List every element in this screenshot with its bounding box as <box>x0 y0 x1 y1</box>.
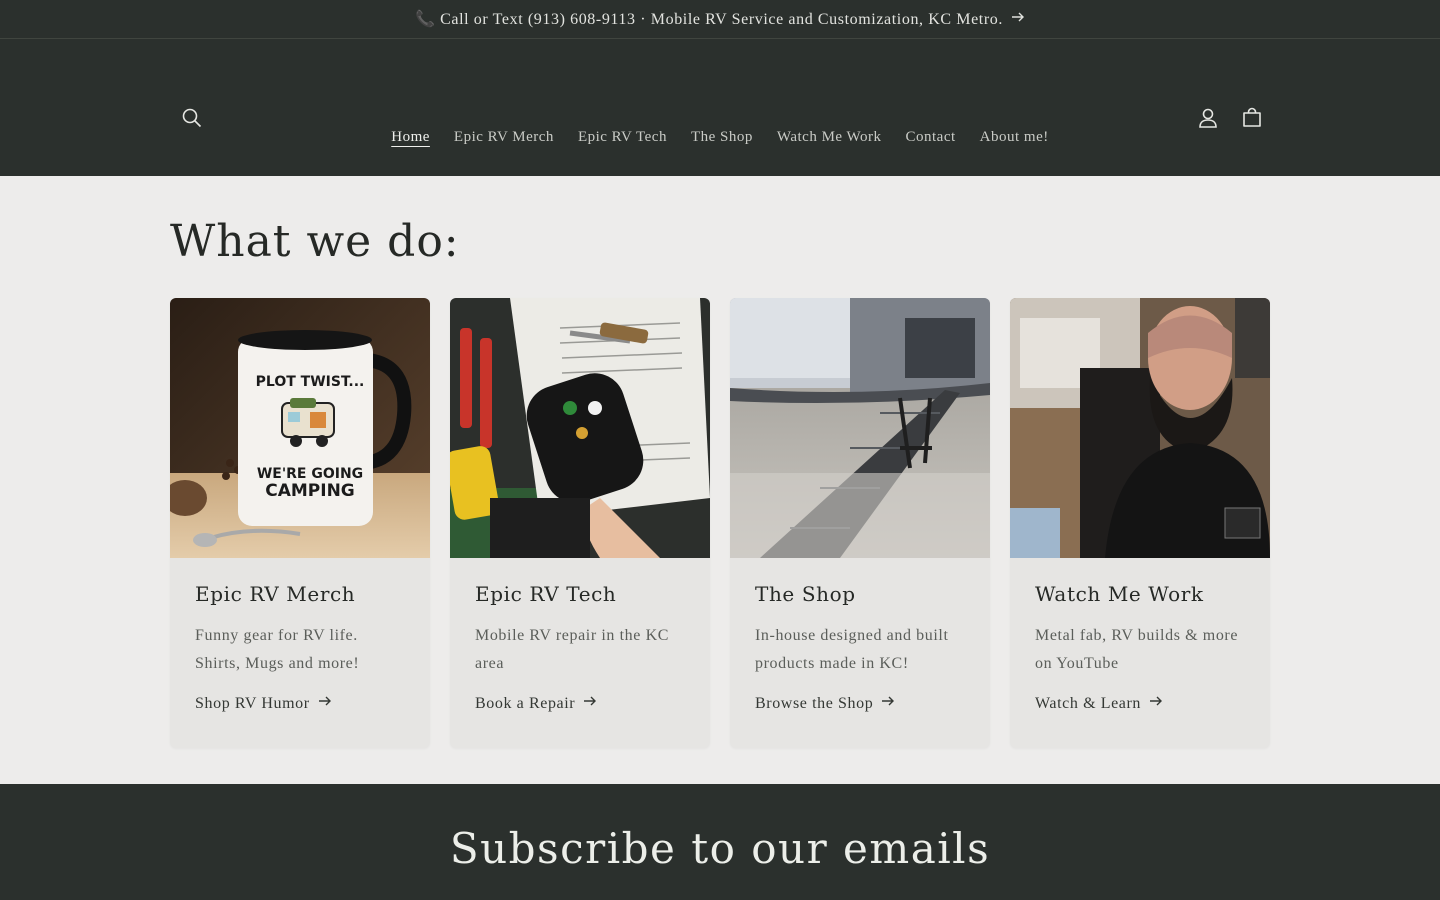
newsletter-title: Subscribe to our emails <box>449 824 991 873</box>
card-image-mug[interactable]: PLOT TWIST... WE'RE GOING CAMPING <box>170 298 430 558</box>
announcement-link[interactable]: 📞 Call or Text (913) 608-9113 · Mobile R… <box>415 9 1025 29</box>
card-epic-rv-merch[interactable]: PLOT TWIST... WE'RE GOING CAMPING Epic R… <box>170 298 430 748</box>
card-link-label: Browse the Shop <box>755 694 874 712</box>
mug-bottom-text-1: WE'RE GOING <box>257 466 363 482</box>
card-grid: PLOT TWIST... WE'RE GOING CAMPING Epic R… <box>170 298 1270 748</box>
card-description: Mobile RV repair in the KC area <box>475 627 669 672</box>
nav-epic-rv-merch[interactable]: Epic RV Merch <box>454 125 554 150</box>
card-title[interactable]: Watch Me Work <box>1035 582 1245 608</box>
main-content: What we do: PLOT TWIST... WE'RE GOING CA… <box>0 176 1440 784</box>
book-a-repair-link[interactable]: Book a Repair <box>475 694 685 713</box>
site-header: Home Epic RV Merch Epic RV Tech The Shop… <box>0 39 1440 176</box>
shop-rv-humor-link[interactable]: Shop RV Humor <box>195 694 405 713</box>
nav-contact[interactable]: Contact <box>906 125 956 150</box>
card-epic-rv-tech[interactable]: Epic RV Tech Mobile RV repair in the KC … <box>450 298 710 748</box>
card-description: Funny gear for RV life. Shirts, Mugs and… <box>195 627 360 672</box>
browse-the-shop-link[interactable]: Browse the Shop <box>755 694 965 713</box>
nav-epic-rv-tech[interactable]: Epic RV Tech <box>578 125 667 150</box>
section-title: What we do: <box>170 216 460 267</box>
arrow-right-icon <box>1149 694 1163 713</box>
card-the-shop[interactable]: The Shop In-house designed and built pro… <box>730 298 990 748</box>
nav-watch-me-work[interactable]: Watch Me Work <box>777 125 882 150</box>
arrow-right-icon <box>583 694 597 713</box>
card-link-label: Book a Repair <box>475 694 576 712</box>
watch-and-learn-link[interactable]: Watch & Learn <box>1035 694 1245 713</box>
arrow-right-icon <box>1011 10 1025 29</box>
card-title[interactable]: Epic RV Tech <box>475 582 685 608</box>
card-description: Metal fab, RV builds & more on YouTube <box>1035 627 1239 672</box>
arrow-right-icon <box>318 694 332 713</box>
newsletter-section: Subscribe to our emails <box>0 784 1440 900</box>
card-image-plug[interactable] <box>450 298 710 558</box>
card-title[interactable]: Epic RV Merch <box>195 582 405 608</box>
announcement-text: 📞 Call or Text (913) 608-9113 · Mobile R… <box>415 11 1003 28</box>
main-nav: Home Epic RV Merch Epic RV Tech The Shop… <box>0 125 1440 150</box>
mug-bottom-text-2: CAMPING <box>265 481 355 501</box>
card-link-label: Watch & Learn <box>1035 694 1142 712</box>
card-description: In-house designed and built products mad… <box>755 627 949 672</box>
arrow-right-icon <box>881 694 895 713</box>
nav-the-shop[interactable]: The Shop <box>691 125 753 150</box>
card-image-ramp[interactable] <box>730 298 990 558</box>
card-link-label: Shop RV Humor <box>195 694 310 712</box>
nav-home[interactable]: Home <box>391 125 430 150</box>
card-image-video[interactable] <box>1010 298 1270 558</box>
nav-about-me[interactable]: About me! <box>980 125 1049 150</box>
card-title[interactable]: The Shop <box>755 582 965 608</box>
card-watch-me-work[interactable]: Watch Me Work Metal fab, RV builds & mor… <box>1010 298 1270 748</box>
mug-top-text: PLOT TWIST... <box>256 374 365 390</box>
announcement-bar: 📞 Call or Text (913) 608-9113 · Mobile R… <box>0 0 1440 39</box>
